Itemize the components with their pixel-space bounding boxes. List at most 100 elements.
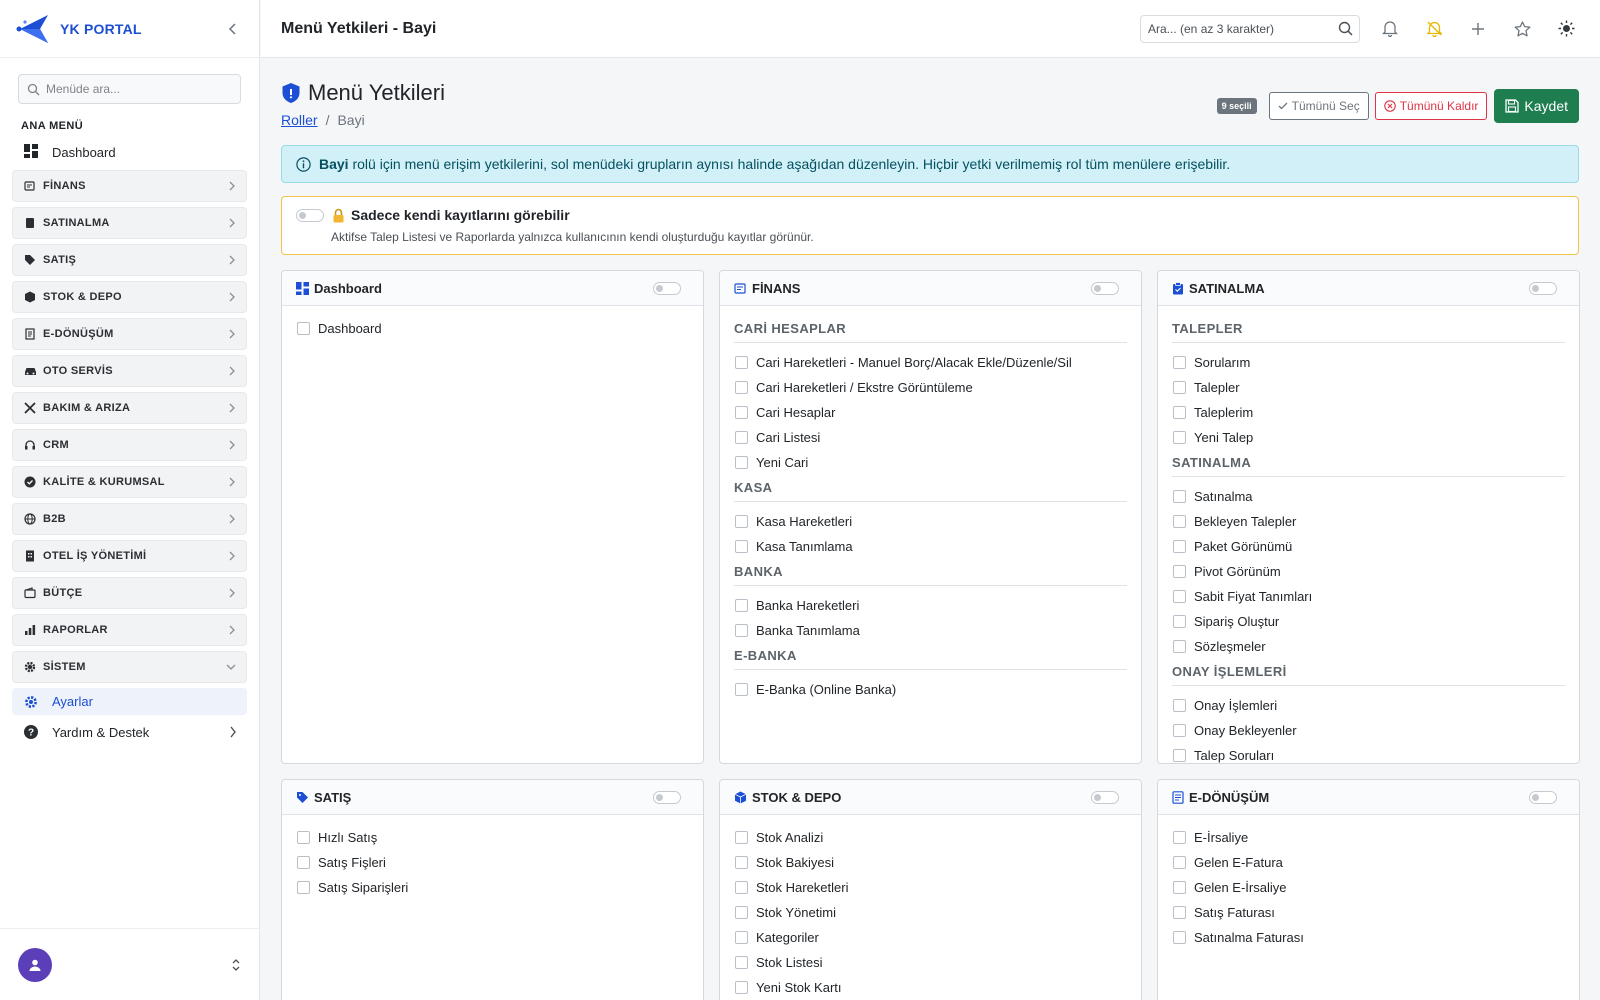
permission-item[interactable]: Cari Listesi — [734, 425, 1127, 450]
permission-item[interactable]: Sorularım — [1172, 350, 1565, 375]
card-toggle[interactable] — [1529, 281, 1557, 295]
sidebar-group-sistem[interactable]: SİSTEM — [12, 651, 247, 683]
card-toggle[interactable] — [1091, 790, 1119, 804]
checkbox[interactable] — [735, 856, 748, 869]
checkbox[interactable] — [735, 381, 748, 394]
add-button[interactable] — [1464, 15, 1492, 43]
checkbox[interactable] — [1173, 515, 1186, 528]
permission-item[interactable]: Gelen E-İrsaliye — [1172, 875, 1565, 900]
sidebar-group-bakim[interactable]: BAKIM & ARIZA — [12, 392, 247, 424]
permission-item[interactable]: Banka Hareketleri — [734, 593, 1127, 618]
breadcrumb-link-roller[interactable]: Roller — [281, 112, 318, 128]
favorites-button[interactable] — [1508, 15, 1536, 43]
checkbox[interactable] — [297, 856, 310, 869]
permission-item[interactable]: E-Banka (Online Banka) — [734, 677, 1127, 702]
card-toggle[interactable] — [1529, 790, 1557, 804]
permission-item[interactable]: Banka Tanımlama — [734, 618, 1127, 643]
permission-item[interactable]: E-İrsaliye — [1172, 825, 1565, 850]
card-toggle[interactable] — [1091, 281, 1119, 295]
global-search[interactable] — [1140, 14, 1360, 43]
card-toggle[interactable] — [653, 790, 681, 804]
checkbox[interactable] — [735, 881, 748, 894]
checkbox[interactable] — [1173, 615, 1186, 628]
checkbox[interactable] — [1173, 356, 1186, 369]
checkbox[interactable] — [1173, 565, 1186, 578]
sidebar-group-oto-servis[interactable]: OTO SERVİS — [12, 355, 247, 387]
permission-item[interactable]: Satış Faturası — [1172, 900, 1565, 925]
sidebar-group-otel[interactable]: OTEL İŞ YÖNETİMİ — [12, 540, 247, 572]
permission-item[interactable]: Yeni Stok Kartı — [734, 975, 1127, 1000]
permission-item[interactable]: Kasa Tanımlama — [734, 534, 1127, 559]
permission-item[interactable]: Cari Hareketleri / Ekstre Görüntüleme — [734, 375, 1127, 400]
sidebar-group-finans[interactable]: FİNANS — [12, 170, 247, 202]
sidebar-item-ayarlar[interactable]: Ayarlar — [12, 688, 247, 715]
checkbox[interactable] — [735, 931, 748, 944]
checkbox[interactable] — [735, 624, 748, 637]
sidebar-item-help[interactable]: ? Yardım & Destek — [12, 719, 247, 745]
permission-item[interactable]: Stok Yönetimi — [734, 900, 1127, 925]
permission-item[interactable]: Cari Hesaplar — [734, 400, 1127, 425]
checkbox[interactable] — [1173, 931, 1186, 944]
checkbox[interactable] — [735, 956, 748, 969]
card-toggle[interactable] — [653, 281, 681, 295]
permission-item[interactable]: Satış Fişleri — [296, 850, 689, 875]
notifications-muted-button[interactable] — [1420, 15, 1448, 43]
permission-item[interactable]: Talepler — [1172, 375, 1565, 400]
permission-item[interactable]: Yeni Talep — [1172, 425, 1565, 450]
save-button[interactable]: Kaydet — [1494, 89, 1579, 123]
sidebar-group-kalite[interactable]: KALİTE & KURUMSAL — [12, 466, 247, 498]
chevron-updown-icon[interactable] — [231, 958, 241, 972]
permission-item[interactable]: Talep Soruları — [1172, 743, 1565, 763]
menu-search-input[interactable] — [46, 82, 226, 96]
checkbox[interactable] — [1173, 724, 1186, 737]
permission-item[interactable]: Hızlı Satış — [296, 825, 689, 850]
permission-item[interactable]: Taleplerim — [1172, 400, 1565, 425]
permission-item[interactable]: Kategoriler — [734, 925, 1127, 950]
permission-item[interactable]: Onay Bekleyenler — [1172, 718, 1565, 743]
checkbox[interactable] — [735, 515, 748, 528]
global-search-input[interactable] — [1148, 21, 1338, 36]
checkbox[interactable] — [735, 831, 748, 844]
checkbox[interactable] — [297, 322, 310, 335]
permission-item[interactable]: Bekleyen Talepler — [1172, 509, 1565, 534]
checkbox[interactable] — [1173, 381, 1186, 394]
permission-item[interactable]: Stok Listesi — [734, 950, 1127, 975]
checkbox[interactable] — [735, 431, 748, 444]
sidebar-group-raporlar[interactable]: RAPORLAR — [12, 614, 247, 646]
avatar[interactable] — [18, 947, 52, 982]
permission-item[interactable]: Stok Bakiyesi — [734, 850, 1127, 875]
checkbox[interactable] — [1173, 856, 1186, 869]
checkbox[interactable] — [735, 599, 748, 612]
permission-item[interactable]: Satınalma — [1172, 484, 1565, 509]
permission-item[interactable]: Pivot Görünüm — [1172, 559, 1565, 584]
permission-item[interactable]: Dashboard — [296, 316, 689, 341]
permission-item[interactable]: Cari Hareketleri - Manuel Borç/Alacak Ek… — [734, 350, 1127, 375]
notifications-button[interactable] — [1376, 15, 1404, 43]
permission-item[interactable]: Sabit Fiyat Tanımları — [1172, 584, 1565, 609]
permission-item[interactable]: Sözleşmeler — [1172, 634, 1565, 659]
checkbox[interactable] — [1173, 431, 1186, 444]
checkbox[interactable] — [1173, 881, 1186, 894]
checkbox[interactable] — [735, 683, 748, 696]
checkbox[interactable] — [1173, 406, 1186, 419]
theme-toggle-button[interactable] — [1552, 15, 1580, 43]
checkbox[interactable] — [1173, 831, 1186, 844]
remove-all-button[interactable]: Tümünü Kaldır — [1374, 92, 1488, 120]
search-icon[interactable] — [1338, 21, 1353, 36]
checkbox[interactable] — [735, 356, 748, 369]
checkbox[interactable] — [735, 981, 748, 994]
sidebar-group-b2b[interactable]: B2B — [12, 503, 247, 535]
permission-item[interactable]: Satış Siparişleri — [296, 875, 689, 900]
checkbox[interactable] — [297, 831, 310, 844]
permission-item[interactable]: Paket Görünümü — [1172, 534, 1565, 559]
sidebar-group-stok[interactable]: STOK & DEPO — [12, 281, 247, 313]
select-all-button[interactable]: Tümünü Seç — [1268, 92, 1369, 120]
checkbox[interactable] — [1173, 906, 1186, 919]
menu-search[interactable] — [18, 74, 241, 104]
permission-item[interactable]: Gelen E-Fatura — [1172, 850, 1565, 875]
checkbox[interactable] — [735, 456, 748, 469]
checkbox[interactable] — [297, 881, 310, 894]
collapse-sidebar-button[interactable] — [223, 19, 243, 39]
sidebar-group-satis[interactable]: SATIŞ — [12, 244, 247, 276]
permission-item[interactable]: Stok Hareketleri — [734, 875, 1127, 900]
